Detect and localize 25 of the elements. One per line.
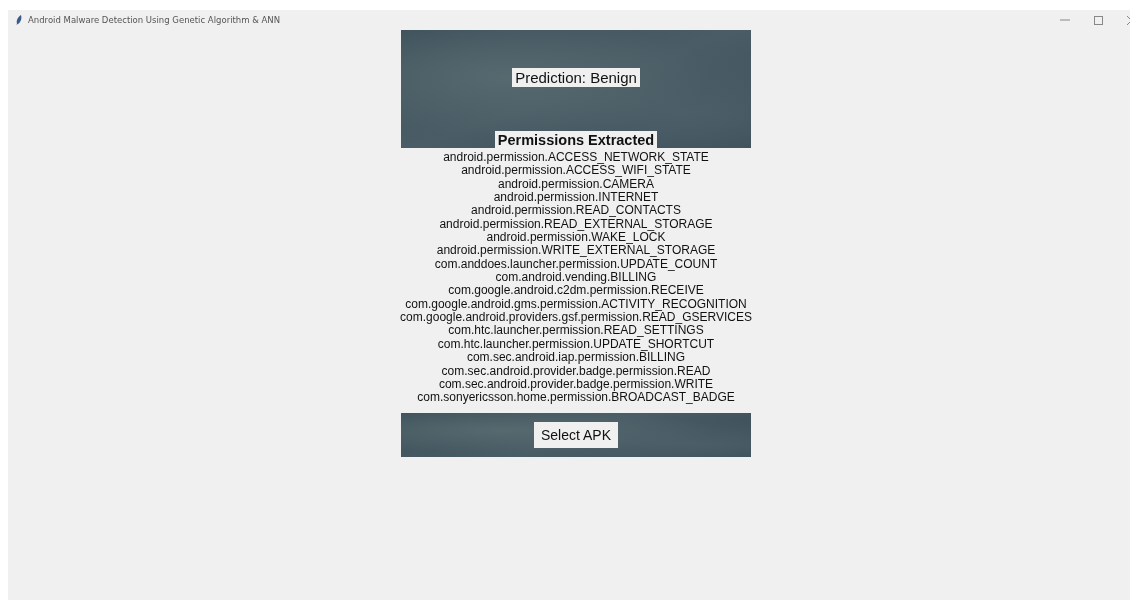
prediction-label: Prediction: Benign: [512, 68, 640, 87]
permission-text: android.permission.CAMERA: [497, 177, 655, 192]
feather-icon: [16, 15, 22, 25]
permission-text: android.permission.ACCESS_NETWORK_STATE: [443, 151, 709, 165]
permission-text: com.google.android.gms.permission.ACTIVITY_RECOGNITION: [405, 297, 747, 312]
permission-text: android.permission.WRITE_EXTERNAL_STORAGE: [436, 244, 716, 258]
window-title: Android Malware Detection Using Genetic Algorithm & ANN: [28, 15, 282, 25]
permission-text: com.sec.android.provider.badge.permission.READ: [441, 364, 711, 378]
select-apk-button[interactable]: Select APK: [533, 421, 618, 448]
permission-text: android.permission.ACCESS_WIFI_STATE: [461, 164, 691, 178]
permission-text: android.permission.INTERNET: [493, 191, 659, 205]
permission-text: com.sec.android.iap.permission.BILLING: [466, 351, 686, 365]
permissions-heading: Permissions Extracted: [494, 131, 658, 148]
permission-text: android.permission.WAKE_LOCK: [486, 231, 666, 245]
permission-text: com.htc.launcher.permission.UPDATE_SHORTCUT: [437, 337, 715, 352]
permission-text: com.anddoes.launcher.permission.UPDATE_COUNT: [434, 257, 718, 272]
permission-text: com.sec.android.provider.badge.permission.WRITE: [438, 377, 714, 392]
permission-text: com.htc.launcher.permission.READ_SETTINGS: [448, 324, 704, 338]
permission-text: com.google.android.c2dm.permission.RECEIVE: [448, 284, 704, 298]
permission-text: com.sonyericsson.home.permission.BROADCAST_BADGE: [417, 391, 735, 405]
permission-text: com.google.android.providers.gsf.permission.READ_GSERVICES: [400, 311, 752, 325]
permission-text: android.permission.READ_CONTACTS: [471, 204, 681, 218]
permission-text: com.android.vending.BILLING: [495, 271, 657, 285]
maximize-icon[interactable]: [1094, 15, 1103, 25]
permission-text: android.permission.READ_EXTERNAL_STORAGE: [439, 217, 713, 232]
